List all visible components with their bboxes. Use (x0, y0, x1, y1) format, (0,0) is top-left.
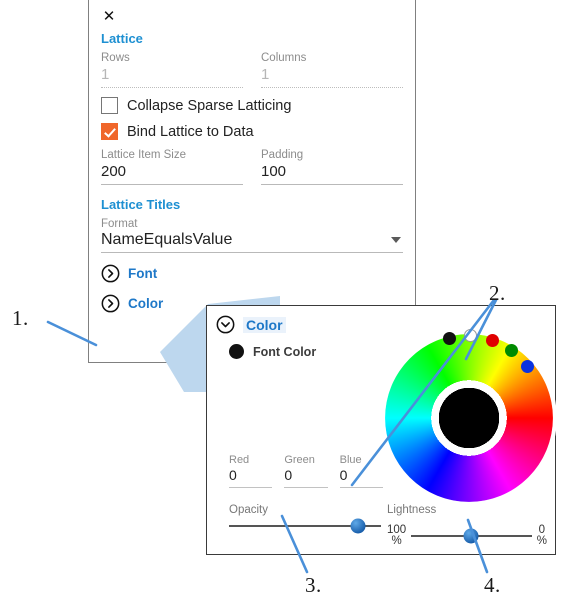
color-panel-title: Color (243, 316, 286, 333)
font-expander-row[interactable]: Font (101, 264, 403, 283)
rows-value: 1 (101, 65, 243, 88)
opacity-slider-row[interactable] (229, 518, 381, 534)
callout-number-1: 1. (12, 306, 29, 330)
swatch-blue[interactable] (521, 360, 534, 373)
swatch-red[interactable] (486, 334, 499, 347)
lightness-slider-track[interactable] (411, 528, 532, 544)
opacity-slider-block: Opacity (229, 504, 381, 534)
format-label: Format (101, 218, 138, 230)
chevron-right-circle-icon[interactable] (101, 264, 120, 283)
close-icon[interactable]: ✕ (101, 8, 117, 24)
color-editor-panel: Color Font Color Red 0 Green 0 Blue 0 Op… (206, 305, 557, 555)
rows-label: Rows (101, 52, 130, 64)
opacity-slider-track[interactable] (229, 518, 381, 534)
columns-value: 1 (261, 65, 403, 88)
red-field[interactable]: Red 0 (229, 454, 273, 488)
lattice-item-size-value[interactable]: 200 (101, 162, 243, 185)
lightness-slider-block: Lightness 100 % 0 % (387, 504, 547, 547)
lightness-label: Lightness (387, 504, 437, 516)
lightness-max-value: 0 % (536, 524, 547, 547)
bind-lattice-to-data-label: Bind Lattice to Data (127, 123, 254, 140)
swatch-green[interactable] (505, 344, 518, 357)
callout-number-3: 3. (305, 573, 322, 597)
lightness-slider-thumb[interactable] (463, 528, 479, 544)
lattice-item-size-field[interactable]: Lattice Item Size 200 (101, 149, 243, 185)
callout-number-2: 2. (489, 281, 506, 305)
columns-label: Columns (261, 52, 307, 64)
blue-field[interactable]: Blue 0 (339, 454, 383, 488)
padding-field[interactable]: Padding 100 (261, 149, 403, 185)
chevron-right-circle-icon[interactable] (101, 294, 120, 313)
red-value[interactable]: 0 (229, 467, 273, 488)
lattice-section-title: Lattice (101, 31, 143, 46)
bind-lattice-to-data-checkbox[interactable] (101, 123, 118, 140)
swatch-white[interactable] (464, 329, 477, 342)
panel-close-row: ✕ (89, 0, 415, 28)
green-label: Green (284, 454, 315, 466)
opacity-label: Opacity (229, 504, 268, 516)
lattice-item-size-label: Lattice Item Size (101, 149, 187, 161)
font-color-label: Font Color (253, 344, 317, 359)
rgb-fields-row: Red 0 Green 0 Blue 0 (229, 454, 383, 488)
padding-value[interactable]: 100 (261, 162, 403, 185)
red-label: Red (229, 454, 250, 466)
green-value[interactable]: 0 (284, 467, 328, 488)
bind-lattice-to-data-checkbox-row[interactable]: Bind Lattice to Data (101, 123, 403, 140)
green-field[interactable]: Green 0 (284, 454, 328, 488)
chevron-down-icon[interactable] (391, 237, 401, 243)
rows-columns-row: Rows 1 Columns 1 (101, 52, 403, 88)
chevron-down-circle-icon[interactable] (216, 315, 235, 334)
opacity-slider-thumb[interactable] (350, 518, 366, 534)
format-selected-value: NameEqualsValue (101, 231, 233, 248)
size-padding-row: Lattice Item Size 200 Padding 100 (101, 149, 403, 185)
padding-label: Padding (261, 149, 304, 161)
font-expander-label: Font (128, 266, 158, 281)
lightness-slider-row[interactable]: 100 % 0 % (387, 524, 547, 547)
blue-value[interactable]: 0 (339, 467, 383, 488)
collapse-sparse-latticing-label: Collapse Sparse Latticing (127, 97, 292, 114)
lightness-min-value: 100 % (387, 524, 407, 547)
blue-label: Blue (339, 454, 362, 466)
collapse-sparse-latticing-checkbox[interactable] (101, 97, 118, 114)
columns-field[interactable]: Columns 1 (261, 52, 403, 88)
color-panel-header[interactable]: Color (207, 306, 555, 334)
collapse-sparse-latticing-checkbox-row[interactable]: Collapse Sparse Latticing (101, 97, 403, 114)
color-wheel-group[interactable] (381, 329, 557, 506)
font-color-swatch-icon[interactable] (229, 344, 244, 359)
callout-number-4: 4. (484, 573, 501, 597)
format-select[interactable]: NameEqualsValue (101, 231, 403, 253)
lattice-titles-section-title: Lattice Titles (101, 197, 181, 212)
swatch-black[interactable] (443, 332, 456, 345)
format-field[interactable]: Format NameEqualsValue (101, 218, 403, 253)
rows-field[interactable]: Rows 1 (101, 52, 243, 88)
